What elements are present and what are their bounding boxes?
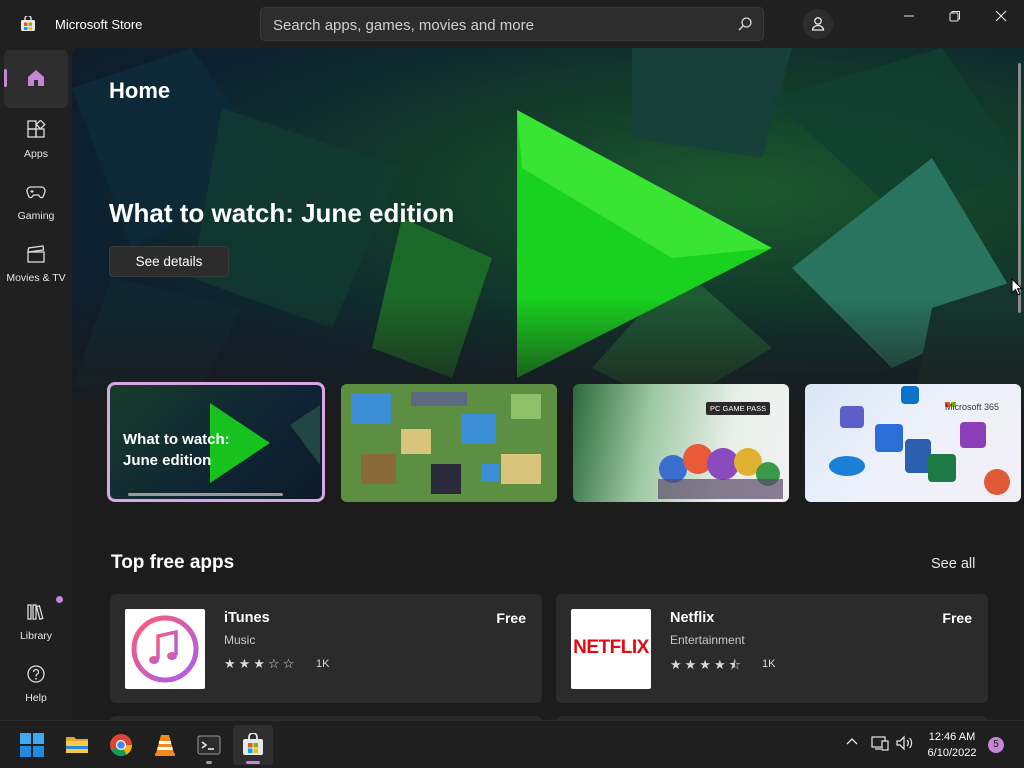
app-title: Microsoft Store xyxy=(55,17,143,32)
page-title: Home xyxy=(109,78,171,103)
hero-banner[interactable]: Home What to watch: June edition See det… xyxy=(72,48,1024,408)
close-button[interactable] xyxy=(978,0,1024,32)
search-box[interactable] xyxy=(260,7,764,42)
microsoft-365-label: Microsoft 365 xyxy=(945,402,1000,412)
folder-icon xyxy=(66,737,88,753)
itunes-icon xyxy=(131,615,199,683)
clock-time: 12:46 AM xyxy=(928,731,976,743)
update-badge xyxy=(56,596,63,603)
rating-count: 1K xyxy=(762,658,776,670)
library-icon xyxy=(27,604,44,620)
mouse-cursor xyxy=(1011,278,1023,296)
taskbar-terminal[interactable] xyxy=(189,725,229,765)
minimize-icon xyxy=(904,15,914,17)
app-card-netflix[interactable]: NETFLIX Netflix Entertainment ★★★★⯪ 1K F… xyxy=(556,594,988,703)
sidebar-item-label: Library xyxy=(19,630,53,642)
network-icon[interactable] xyxy=(871,735,889,751)
gamepad-icon xyxy=(26,186,46,199)
netflix-logo: NETFLIX xyxy=(573,637,649,658)
star-rating: ★★★★⯪ xyxy=(670,657,744,672)
sidebar-item-library[interactable]: Library xyxy=(4,594,68,652)
taskbar: 12:46 AM 6/10/2022 5 xyxy=(0,720,1024,768)
section-title: Top free apps xyxy=(111,552,235,573)
start-button[interactable] xyxy=(12,725,52,765)
close-icon xyxy=(995,10,1007,22)
help-icon xyxy=(27,665,45,683)
sidebar-item-label: Gaming xyxy=(17,210,55,222)
app-name: Netflix xyxy=(670,610,715,626)
taskbar-microsoft-store[interactable] xyxy=(233,725,273,765)
progress-bar xyxy=(128,493,283,496)
scrollbar[interactable] xyxy=(1018,63,1021,313)
vlc-icon xyxy=(155,735,175,756)
caption-line-2: June edition xyxy=(123,452,212,469)
terminal-icon xyxy=(197,735,221,755)
app-card-itunes[interactable]: iTunes Music ★★★☆☆ 1K Free xyxy=(110,594,542,703)
caption-line-1: What to watch: xyxy=(123,431,230,448)
store-logo-icon xyxy=(21,16,35,31)
hero-heading: What to watch: June edition xyxy=(109,198,455,228)
sidebar: Apps Gaming Movies & TV Library Help xyxy=(0,48,72,720)
volume-icon[interactable] xyxy=(896,735,914,751)
rating-count: 1K xyxy=(316,658,330,670)
main-content: Home What to watch: June edition See det… xyxy=(72,48,1024,720)
title-bar: Microsoft Store xyxy=(0,0,1024,48)
taskbar-chrome[interactable] xyxy=(101,725,141,765)
sidebar-item-label: Movies & TV xyxy=(6,272,66,284)
search-input[interactable] xyxy=(271,8,725,42)
minimize-button[interactable] xyxy=(886,0,932,32)
clock-date: 6/10/2022 xyxy=(927,747,977,759)
active-indicator xyxy=(4,69,7,87)
sidebar-item-label: Apps xyxy=(24,148,48,160)
search-icon[interactable] xyxy=(737,16,753,32)
app-category: Entertainment xyxy=(670,633,745,647)
chrome-icon xyxy=(110,734,132,756)
see-details-button[interactable]: See details xyxy=(109,246,229,277)
app-tile: NETFLIX xyxy=(571,609,651,689)
sidebar-item-home[interactable] xyxy=(4,50,68,108)
sidebar-item-gaming[interactable]: Gaming xyxy=(4,174,68,232)
app-tile xyxy=(125,609,205,689)
star-rating: ★★★☆☆ xyxy=(224,656,298,671)
carousel-card-microsoft-365[interactable]: Microsoft 365 xyxy=(805,384,1021,502)
game-pass-label: PC GAME PASS xyxy=(706,402,771,415)
clapperboard-icon xyxy=(27,245,45,263)
user-icon xyxy=(811,17,825,31)
store-icon xyxy=(243,733,263,755)
game-characters-art xyxy=(658,444,783,499)
taskbar-file-explorer[interactable] xyxy=(57,725,97,765)
restore-icon xyxy=(949,11,960,22)
apps-icon xyxy=(27,120,46,138)
home-icon xyxy=(28,70,44,86)
active-app-indicator xyxy=(246,761,260,764)
windows-start-icon xyxy=(20,733,44,757)
carousel-card-what-to-watch[interactable]: What to watch: June edition xyxy=(107,382,325,502)
sidebar-item-help[interactable]: Help xyxy=(4,656,68,714)
show-hidden-icons-chevron-icon[interactable] xyxy=(845,735,859,749)
account-button[interactable] xyxy=(803,9,833,39)
sidebar-item-apps[interactable]: Apps xyxy=(4,112,68,170)
sidebar-item-movies-tv[interactable]: Movies & TV xyxy=(4,236,68,294)
minecraft-art xyxy=(341,384,557,502)
carousel-card-minecraft[interactable] xyxy=(341,384,557,502)
card-caption: What to watch: June edition xyxy=(123,429,230,471)
sidebar-item-label: Help xyxy=(25,692,47,704)
app-price: Free xyxy=(496,610,526,626)
app-name: iTunes xyxy=(224,610,270,626)
taskbar-vlc[interactable] xyxy=(145,725,185,765)
clock[interactable]: 12:46 AM 6/10/2022 xyxy=(922,729,982,761)
app-price: Free xyxy=(942,610,972,626)
notification-badge[interactable]: 5 xyxy=(988,737,1004,753)
app-category: Music xyxy=(224,633,256,647)
see-all-link[interactable]: See all xyxy=(931,556,975,572)
running-indicator xyxy=(206,761,212,764)
maximize-button[interactable] xyxy=(932,0,978,32)
carousel-card-pc-game-pass[interactable]: PC GAME PASS xyxy=(573,384,789,502)
